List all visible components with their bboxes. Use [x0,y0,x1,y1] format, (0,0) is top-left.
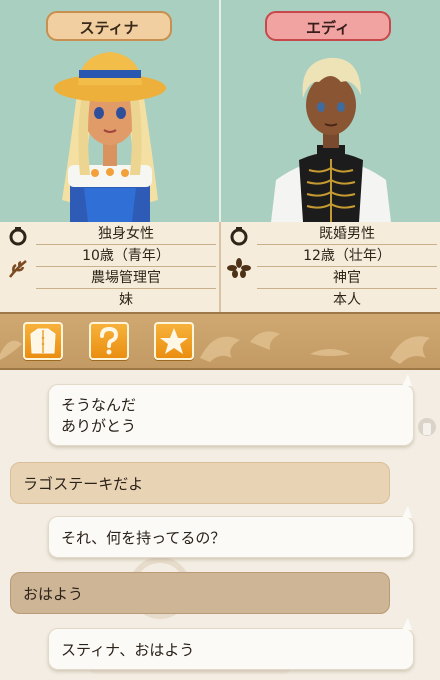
profile-column-stina: 独身女性 10歳（青年） 農場管理官 妹 [0,222,219,312]
age-label: 10歳（青年） [36,245,216,267]
occupation-label: 農場管理官 [36,267,216,289]
marital-status: 既婚男性 [257,223,437,245]
message-text: おはよう [23,584,84,603]
leaf-icon [9,260,27,278]
favorite-button[interactable] [154,322,194,360]
profile-button[interactable] [23,322,63,360]
profile-column-eddie: 既婚男性 12歳（壮年） 神官 本人 [221,222,440,312]
message-text: スティナ、おはよう [61,640,195,659]
name-badge-eddie: エディ [265,11,391,41]
chat-message[interactable]: そうなんだ ありがとう [48,384,414,446]
chat-message[interactable]: それ、何を持ってるの？ [48,516,414,558]
age-label: 12歳（壮年） [257,245,437,267]
name-badge-stina: スティナ [46,11,172,41]
portrait-stina[interactable]: スティナ [0,0,219,222]
message-text: それ、何を持ってるの？ [61,528,226,547]
chat-message[interactable]: おはよう [10,572,390,614]
coat-icon [30,328,56,354]
relation-label: 本人 [333,292,361,308]
star-icon [160,328,188,354]
action-toolbar [0,312,440,370]
chat-message[interactable]: スティナ、おはよう [48,628,414,670]
bubble-tail [402,374,412,386]
profile-info-panel: 独身女性 10歳（青年） 農場管理官 妹 既婚男性 12歳（壮年） 神官 本人 [0,222,440,312]
chat-message[interactable]: ラゴステーキだよ [10,462,390,504]
ring-icon [230,227,248,246]
occupation-label: 神官 [257,267,437,289]
portrait-eddie[interactable]: エディ [221,0,440,222]
ornament-decoration [0,331,430,364]
help-button[interactable] [89,322,129,360]
question-icon [100,326,119,355]
message-text: ラゴステーキだよ [23,474,144,493]
scroll-indicator-icon[interactable] [416,416,438,442]
marital-status: 独身女性 [36,223,216,245]
chat-log[interactable]: そうなんだ ありがとう ラゴステーキだよ それ、何を持ってるの？ おはよう ステ… [0,370,440,680]
character-portraits: スティナ エディ [0,0,440,222]
message-text-line: そうなんだ [61,396,137,414]
flower-icon [227,258,251,278]
relation-label: 妹 [119,292,133,308]
bubble-tail [402,506,412,518]
ring-icon [9,227,27,246]
bubble-tail [402,618,412,630]
message-text-line: ありがとう [61,417,137,435]
